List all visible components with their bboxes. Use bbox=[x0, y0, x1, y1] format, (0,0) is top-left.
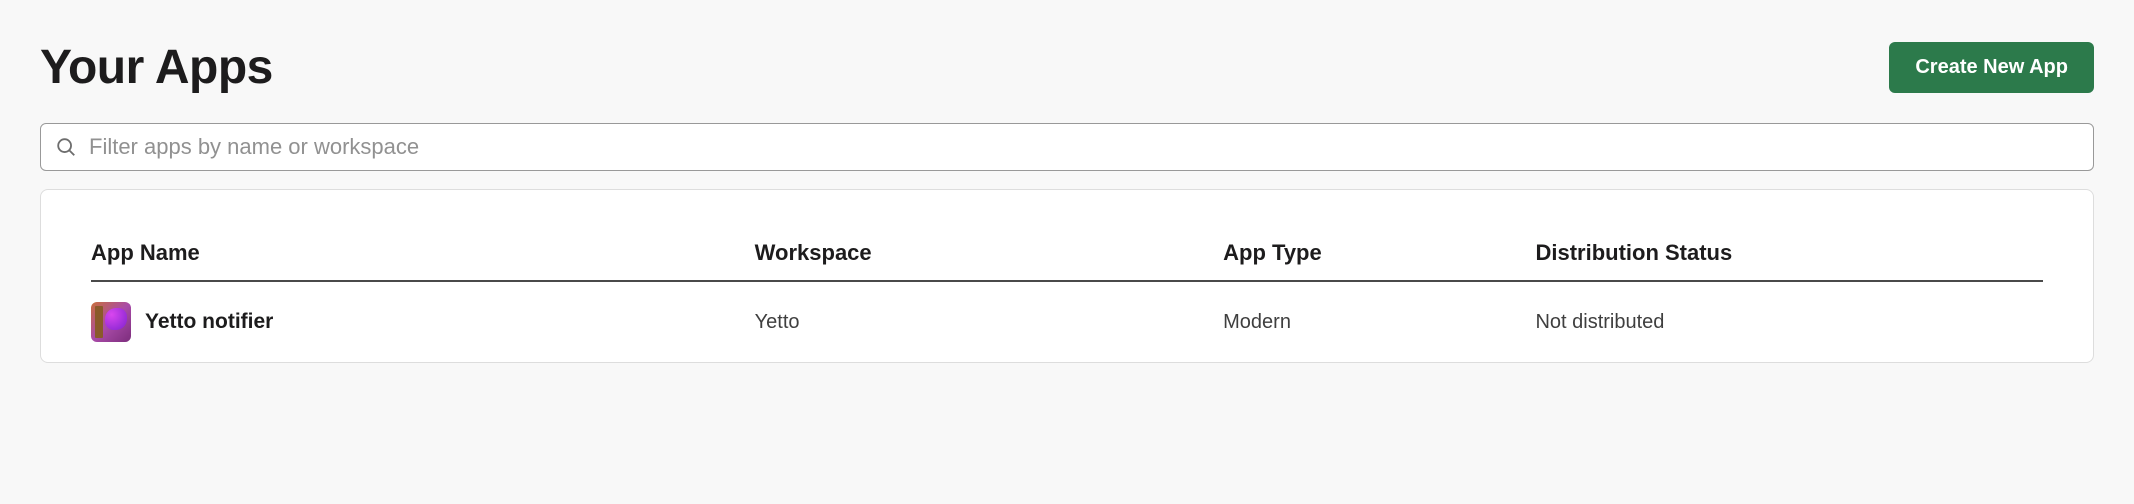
column-header-app-name: App Name bbox=[91, 240, 755, 280]
apps-table: App Name Workspace App Type Distribution… bbox=[91, 240, 2043, 362]
column-header-app-type: App Type bbox=[1223, 240, 1535, 280]
app-icon bbox=[91, 302, 131, 342]
app-name-label: Yetto notifier bbox=[145, 310, 273, 334]
search-container[interactable] bbox=[40, 123, 2094, 171]
app-type-cell: Modern bbox=[1223, 282, 1535, 362]
apps-table-card: App Name Workspace App Type Distribution… bbox=[40, 189, 2094, 363]
distribution-status-cell: Not distributed bbox=[1535, 282, 2043, 362]
page-title: Your Apps bbox=[40, 40, 273, 95]
create-new-app-button[interactable]: Create New App bbox=[1889, 42, 2094, 93]
column-header-workspace: Workspace bbox=[755, 240, 1223, 280]
column-header-distribution-status: Distribution Status bbox=[1535, 240, 2043, 280]
table-row[interactable]: Yetto notifier Yetto Modern Not distribu… bbox=[91, 282, 2043, 362]
search-icon bbox=[55, 136, 77, 158]
workspace-cell: Yetto bbox=[755, 282, 1223, 362]
search-input[interactable] bbox=[89, 134, 2079, 160]
